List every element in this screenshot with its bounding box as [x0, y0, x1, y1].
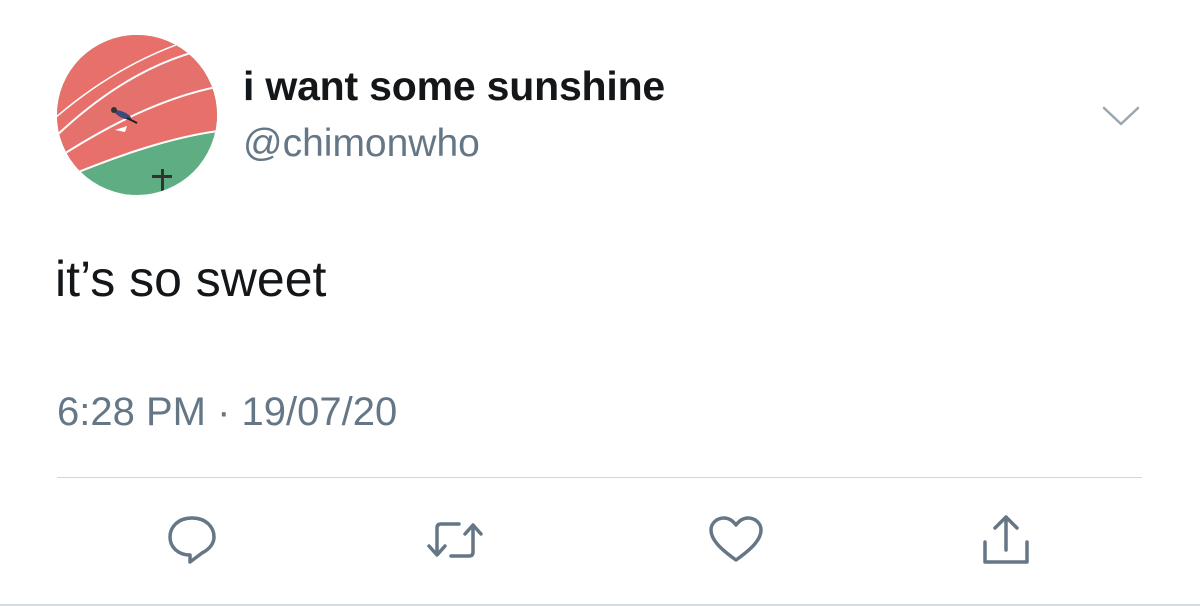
retweet-icon — [427, 522, 483, 558]
reply-button[interactable] — [162, 512, 222, 568]
chevron-down-icon[interactable] — [1100, 100, 1142, 132]
avatar[interactable] — [57, 35, 217, 195]
avatar-image — [57, 35, 217, 195]
tweet-card: i want some sunshine @chimonwho it’s so … — [0, 0, 1200, 606]
tweet-text: it’s so sweet — [55, 251, 327, 307]
retweet-button[interactable] — [425, 512, 485, 568]
like-button[interactable] — [706, 512, 766, 568]
tweet-timestamp[interactable]: 6:28 PM · 19/07/20 — [57, 390, 397, 435]
timestamp-separator: · — [205, 390, 242, 434]
share-icon — [983, 515, 1029, 564]
user-handle[interactable]: @chimonwho — [243, 122, 480, 166]
tweet-date: 19/07/20 — [241, 390, 398, 434]
reply-icon — [168, 516, 216, 564]
divider — [57, 477, 1142, 478]
tweet-time: 6:28 PM — [57, 390, 206, 434]
display-name[interactable]: i want some sunshine — [243, 63, 665, 110]
share-button[interactable] — [976, 512, 1036, 568]
heart-icon — [709, 516, 763, 562]
